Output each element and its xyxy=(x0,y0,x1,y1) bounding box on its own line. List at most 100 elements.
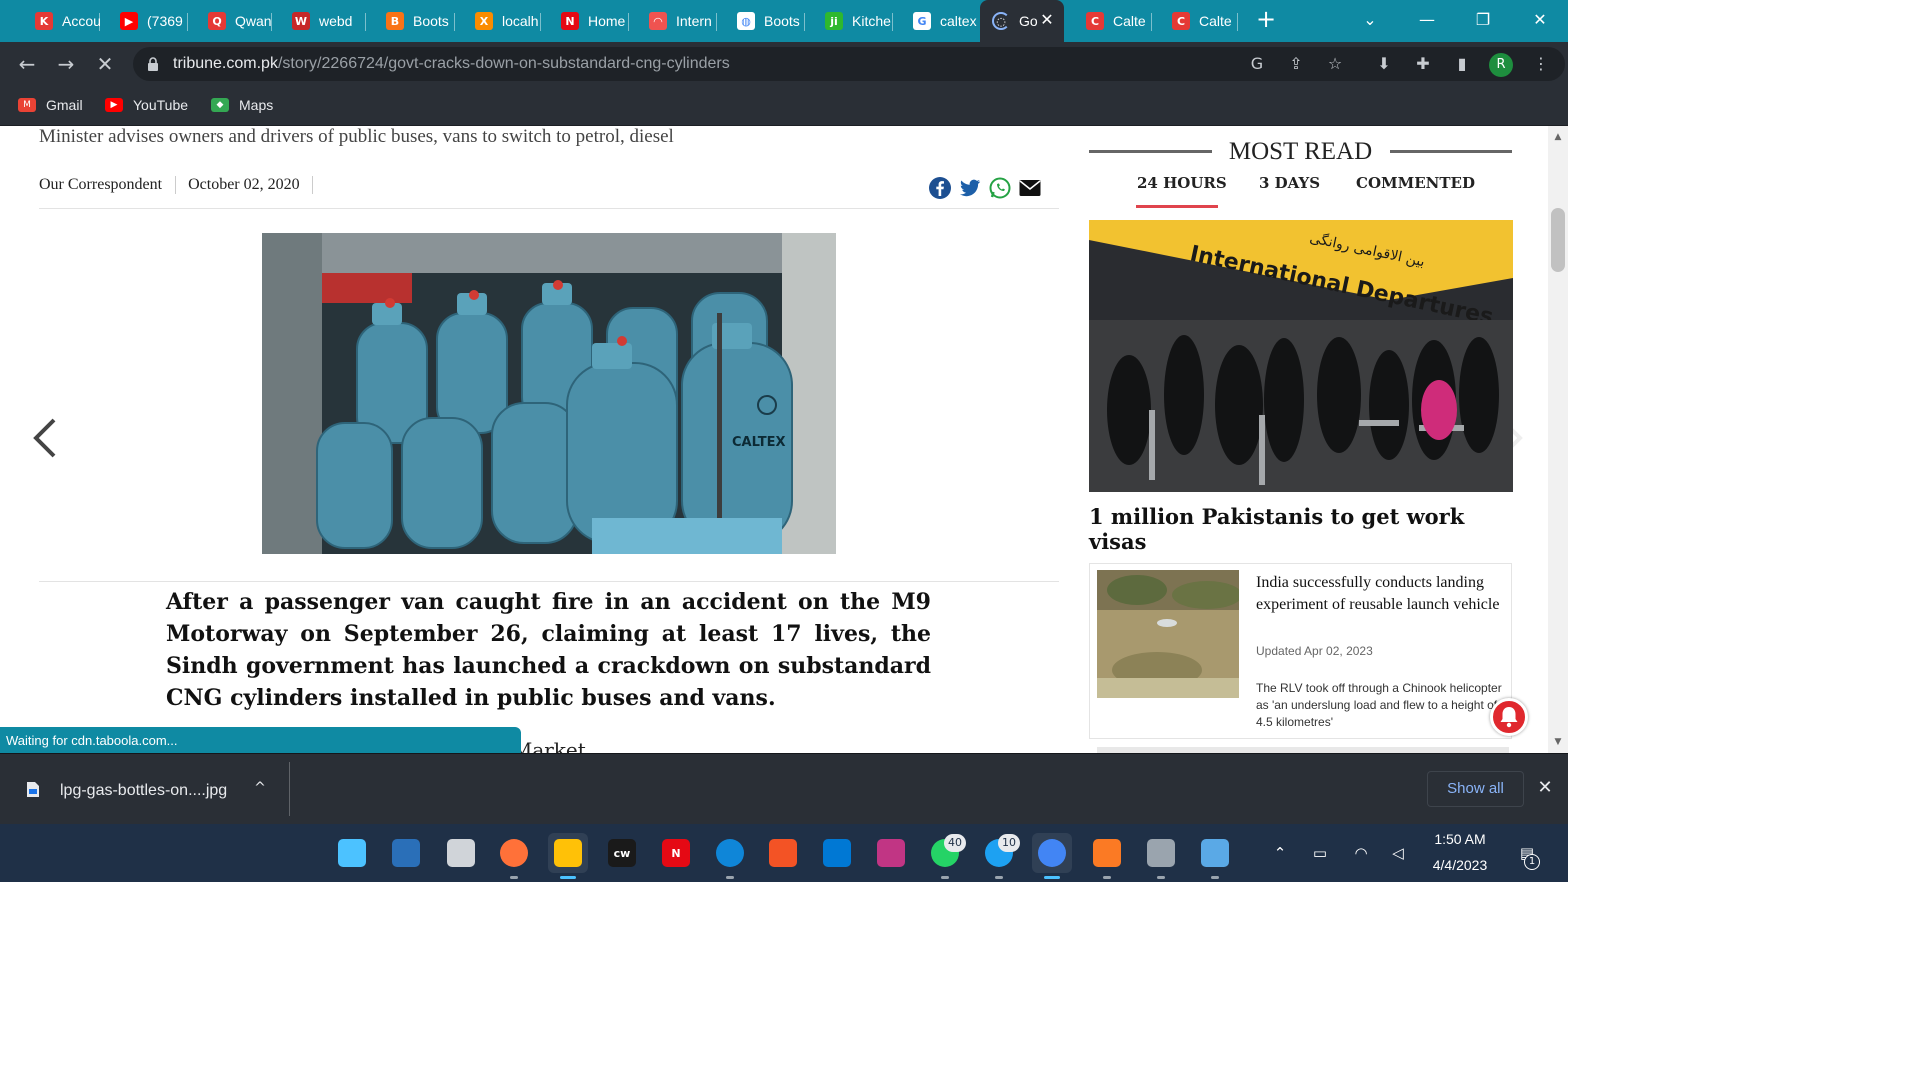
tab-8[interactable]: ◍ Boots xyxy=(717,6,805,36)
running-indicator xyxy=(1044,876,1060,879)
address-bar[interactable]: tribune.com.pk/story/2266724/govt-cracks… xyxy=(133,47,1565,81)
photos-icon-glyph xyxy=(1201,839,1229,867)
scroll-up-arrow[interactable]: ▲ xyxy=(1553,132,1563,142)
tab-search-icon[interactable]: ⌄ xyxy=(1356,8,1384,32)
google-lens-icon[interactable]: G xyxy=(1247,54,1267,74)
tab-3[interactable]: Wwebd xyxy=(272,6,366,36)
loading-spinner-icon: ◌ xyxy=(992,12,1010,30)
side-panel-icon[interactable]: ▮ xyxy=(1452,54,1472,74)
tab-5[interactable]: Xlocalh xyxy=(455,6,541,36)
article-image[interactable]: CALTEX xyxy=(262,233,836,554)
lock-icon[interactable] xyxy=(147,57,159,71)
close-window-button[interactable]: ✕ xyxy=(1526,8,1554,32)
whatsapp-icon[interactable] xyxy=(988,176,1012,200)
back-button[interactable]: ← xyxy=(15,52,39,76)
tab-1[interactable]: ▶ (7369 xyxy=(100,6,188,36)
page-scrollbar[interactable]: ▲ ▼ xyxy=(1548,126,1568,753)
battery-icon[interactable]: ▭ xyxy=(1309,842,1331,864)
start-icon[interactable] xyxy=(337,838,367,868)
card-thumbnail[interactable] xyxy=(1097,570,1239,698)
bookmark-maps[interactable]: ◆ Maps xyxy=(211,95,273,115)
bookmark-star-icon[interactable]: ☆ xyxy=(1325,54,1345,74)
tab-7[interactable]: ◠ Intern xyxy=(629,6,717,36)
url-path: /story/2266724/govt-cracks-down-on-subst… xyxy=(277,55,730,72)
tab-12[interactable]: C Calte xyxy=(1066,6,1152,36)
xampp-icon[interactable] xyxy=(1092,838,1122,868)
prev-slide-arrow[interactable] xyxy=(28,416,62,460)
article-author[interactable]: Our Correspondent xyxy=(39,176,177,194)
k-icon: K xyxy=(35,12,53,30)
bookmark-youtube[interactable]: ▶ YouTube xyxy=(105,95,188,115)
edge-icon[interactable] xyxy=(715,838,745,868)
running-indicator xyxy=(726,876,734,879)
photos-icon[interactable] xyxy=(1200,838,1230,868)
stop-loading-button[interactable]: ✕ xyxy=(93,52,117,76)
chrome-icon[interactable] xyxy=(1032,833,1072,873)
minimize-button[interactable]: — xyxy=(1413,8,1441,32)
share-buttons xyxy=(928,176,1042,200)
feature-title[interactable]: 1 million Pakistanis to get work visas xyxy=(1089,504,1519,554)
close-shelf-button[interactable]: ✕ xyxy=(1535,778,1555,798)
firefox-icon[interactable] xyxy=(499,838,529,868)
microsoft-store-icon[interactable] xyxy=(768,838,798,868)
cw-icon-glyph: cw xyxy=(608,839,636,867)
image-divider xyxy=(39,581,1059,582)
youtube-icon: ▶ xyxy=(120,12,138,30)
tab-10[interactable]: Gcaltex xyxy=(893,6,980,36)
profile-avatar[interactable]: R xyxy=(1489,53,1513,77)
task-view-icon[interactable] xyxy=(446,838,476,868)
tab-9[interactable]: ji Kitche xyxy=(805,6,893,36)
tab-0[interactable]: K Accou xyxy=(15,6,100,36)
search-icon[interactable] xyxy=(391,838,421,868)
facebook-icon[interactable] xyxy=(928,176,952,200)
extensions-icon[interactable]: ✚ xyxy=(1413,54,1433,74)
jiji-icon: ji xyxy=(825,12,843,30)
tab-6[interactable]: N Home xyxy=(541,6,629,36)
close-tab-icon[interactable]: ✕ xyxy=(1038,11,1056,29)
tab-24-hours[interactable]: 24 HOURS xyxy=(1137,174,1227,192)
most-read-card[interactable]: India successfully conducts landing expe… xyxy=(1089,563,1512,739)
tab-11[interactable]: ◌ Go ✕ xyxy=(980,0,1064,42)
download-icon[interactable]: ⬇ xyxy=(1374,54,1394,74)
tab-13[interactable]: C Calte xyxy=(1152,6,1238,36)
file-explorer-icon[interactable] xyxy=(548,833,588,873)
card-title[interactable]: India successfully conducts landing expe… xyxy=(1256,572,1506,616)
cw-icon[interactable]: cw xyxy=(607,838,637,868)
bookmark-label: Maps xyxy=(239,97,274,113)
netflix-icon-glyph: N xyxy=(662,839,690,867)
feature-image[interactable]: International Departures بین الاقوامی رو… xyxy=(1089,220,1513,492)
vscode-icon[interactable] xyxy=(822,838,852,868)
tab-3-days[interactable]: 3 DAYS xyxy=(1259,174,1320,192)
instagram-icon-glyph xyxy=(877,839,905,867)
chevron-up-icon[interactable]: ^ xyxy=(252,780,268,796)
tab-4[interactable]: B Boots xyxy=(366,6,455,36)
scrollbar-thumb[interactable] xyxy=(1551,208,1565,272)
wifi-icon[interactable]: ◠ xyxy=(1350,842,1372,864)
restore-button[interactable]: ❐ xyxy=(1469,8,1497,32)
clock-time[interactable]: 1:50 AM xyxy=(1425,831,1495,847)
url-text[interactable]: tribune.com.pk/story/2266724/govt-cracks… xyxy=(173,55,730,73)
tab-title: (7369 xyxy=(147,13,183,29)
tab-commented[interactable]: COMMENTED xyxy=(1356,174,1475,192)
tab-2[interactable]: Q Qwan xyxy=(188,6,272,36)
maps-icon: ◆ xyxy=(211,98,229,112)
settings-icon[interactable] xyxy=(1146,838,1176,868)
new-tab-button[interactable]: + xyxy=(1254,7,1278,32)
volume-icon[interactable]: ◁ xyxy=(1387,842,1409,864)
notification-bell-icon[interactable] xyxy=(1490,698,1528,736)
menu-kebab-icon[interactable]: ⋮ xyxy=(1531,54,1551,74)
bookmark-gmail[interactable]: M Gmail xyxy=(18,95,83,115)
chevron-up-icon[interactable]: ⌃ xyxy=(1269,842,1291,864)
bookmark-label: YouTube xyxy=(133,97,189,113)
clock-date[interactable]: 4/4/2023 xyxy=(1425,857,1495,873)
download-item-name[interactable]: lpg-gas-bottles-on....jpg xyxy=(60,782,227,800)
instagram-icon[interactable] xyxy=(876,838,906,868)
forward-button[interactable]: → xyxy=(54,52,78,76)
scroll-down-arrow[interactable]: ▼ xyxy=(1553,737,1563,747)
caltex-label: CALTEX xyxy=(732,435,786,450)
show-all-button[interactable]: Show all xyxy=(1427,771,1524,807)
email-icon[interactable] xyxy=(1018,176,1042,200)
netflix-icon[interactable]: N xyxy=(661,838,691,868)
share-icon[interactable]: ⇪ xyxy=(1286,54,1306,74)
twitter-icon[interactable] xyxy=(958,176,982,200)
